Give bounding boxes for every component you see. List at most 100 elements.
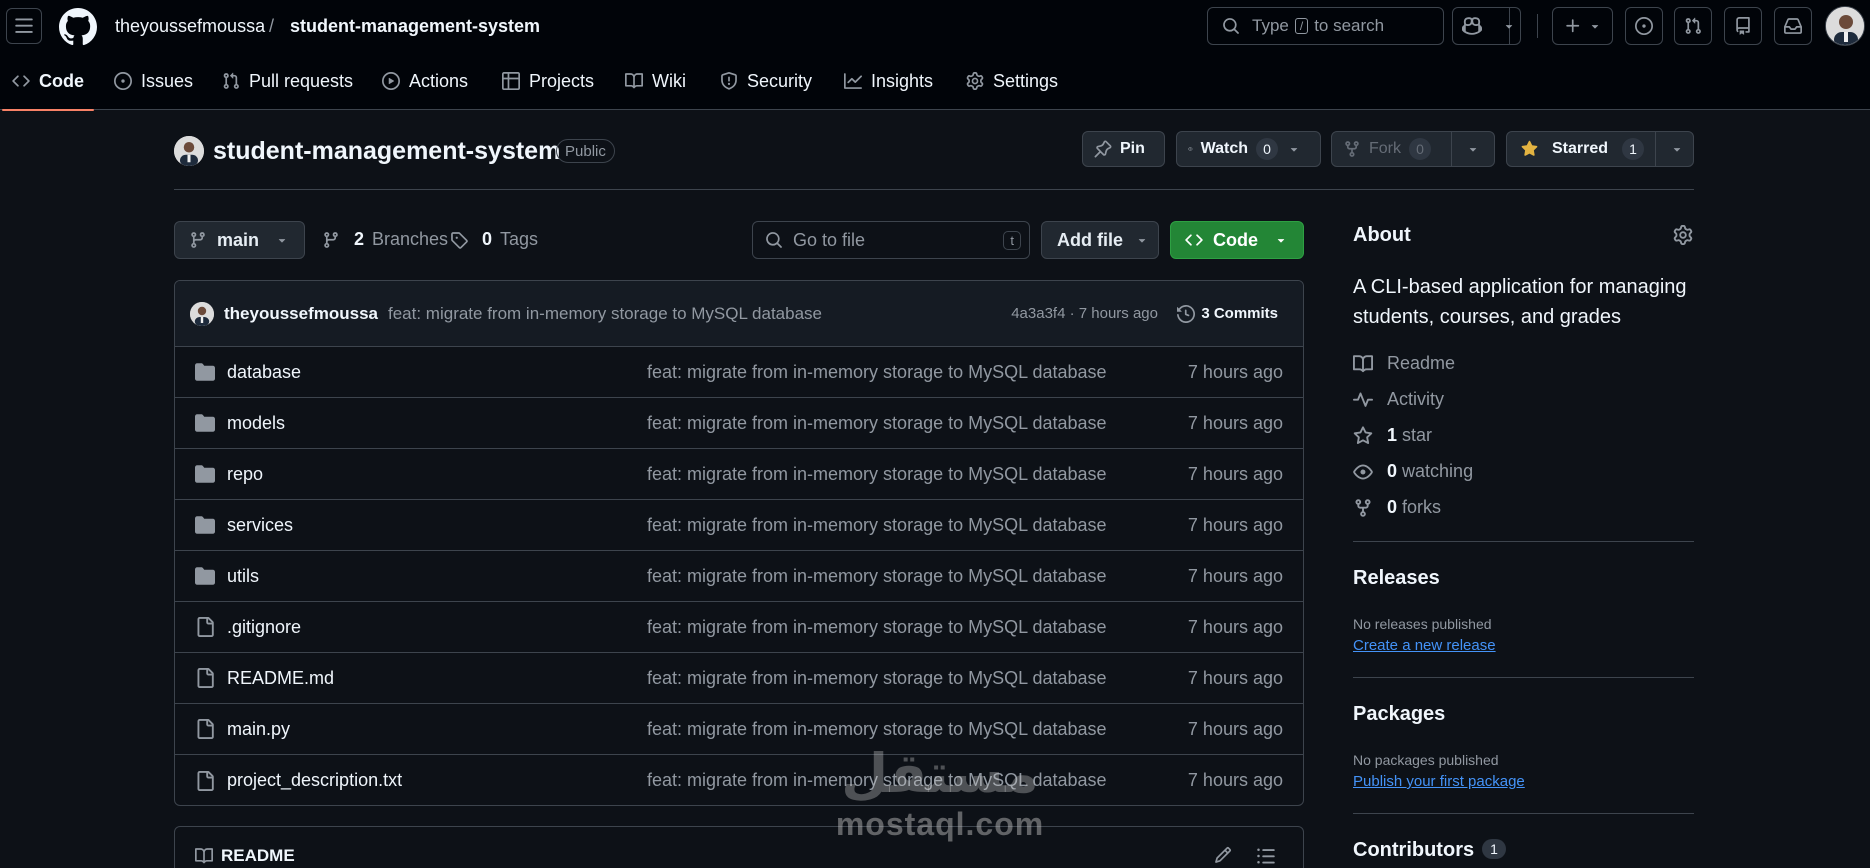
file-name[interactable]: services bbox=[227, 515, 293, 536]
tab-security[interactable]: Security bbox=[720, 52, 812, 110]
starred-label: Starred bbox=[1551, 140, 1608, 157]
folder-icon bbox=[195, 516, 215, 534]
commit-author[interactable]: theyoussefmoussa bbox=[224, 304, 378, 324]
menu-button[interactable] bbox=[6, 8, 42, 44]
file-name[interactable]: .gitignore bbox=[227, 617, 301, 638]
tab-issues[interactable]: Issues bbox=[114, 52, 193, 110]
stars-count: 1 bbox=[1387, 425, 1398, 445]
fork-icon bbox=[1345, 141, 1359, 157]
file-commit-message[interactable]: feat: migrate from in-memory storage to … bbox=[647, 362, 1107, 383]
inbox-icon bbox=[1784, 18, 1802, 34]
branches-link[interactable]: 2 Branches bbox=[322, 229, 448, 250]
file-name[interactable]: project_description.txt bbox=[227, 770, 402, 791]
header-divider bbox=[1537, 14, 1538, 38]
star-filled-icon bbox=[1521, 140, 1538, 156]
repo-owner-avatar[interactable] bbox=[174, 136, 204, 166]
tab-projects[interactable]: Projects bbox=[502, 52, 594, 110]
publish-package-link[interactable]: Publish your first package bbox=[1353, 773, 1525, 790]
global-search-input[interactable]: Type / to search bbox=[1207, 7, 1444, 45]
inbox-header-button[interactable] bbox=[1774, 7, 1812, 45]
commit-sha-time[interactable]: 4a3a3f4 · 7 hours ago bbox=[1011, 305, 1158, 322]
table-row[interactable]: utils feat: migrate from in-memory storag… bbox=[175, 551, 1303, 602]
repo-title[interactable]: student-management-system bbox=[213, 137, 560, 166]
copilot-menu-caret[interactable] bbox=[1496, 7, 1522, 45]
packages-heading[interactable]: Packages bbox=[1353, 703, 1445, 726]
watchers-link[interactable]: 0 watching bbox=[1353, 461, 1473, 482]
tab-settings-label: Settings bbox=[993, 70, 1059, 91]
user-avatar[interactable] bbox=[1825, 6, 1865, 46]
file-name[interactable]: README.md bbox=[227, 668, 334, 689]
pull-requests-header-button[interactable] bbox=[1674, 7, 1712, 45]
starred-button[interactable]: Starred 1 bbox=[1506, 131, 1694, 167]
file-commit-message[interactable]: feat: migrate from in-memory storage to … bbox=[647, 413, 1107, 434]
tab-wiki[interactable]: Wiki bbox=[625, 52, 686, 110]
tab-insights[interactable]: Insights bbox=[844, 52, 933, 110]
edit-about-button[interactable] bbox=[1673, 225, 1693, 245]
watching-count: 0 bbox=[1387, 461, 1398, 481]
file-name[interactable]: utils bbox=[227, 566, 259, 587]
issues-header-button[interactable] bbox=[1625, 7, 1663, 45]
create-release-link[interactable]: Create a new release bbox=[1353, 637, 1496, 654]
forks-link[interactable]: 0 forks bbox=[1353, 497, 1441, 518]
code-clone-button[interactable]: Code bbox=[1170, 221, 1304, 259]
breadcrumb-repo[interactable]: student-management-system bbox=[290, 16, 540, 37]
branch-name: main bbox=[217, 229, 260, 250]
file-name[interactable]: main.py bbox=[227, 719, 290, 740]
breadcrumb-owner[interactable]: theyoussefmoussa bbox=[115, 16, 265, 37]
activity-link[interactable]: Activity bbox=[1353, 389, 1444, 410]
table-row[interactable]: project_description.txt feat: migrate fro… bbox=[175, 755, 1303, 805]
file-commit-message[interactable]: feat: migrate from in-memory storage to … bbox=[647, 668, 1107, 689]
star-list-dropdown[interactable] bbox=[1655, 132, 1698, 166]
commits-history-link[interactable]: 3 Commits bbox=[1177, 304, 1278, 323]
table-row[interactable]: services feat: migrate from in-memory sto… bbox=[175, 500, 1303, 551]
table-of-contents-button[interactable] bbox=[1256, 846, 1276, 866]
file-icon-wrap bbox=[195, 668, 215, 688]
file-name[interactable]: repo bbox=[227, 464, 263, 485]
repositories-header-button[interactable] bbox=[1724, 7, 1762, 45]
watch-button[interactable]: Watch 0 bbox=[1176, 131, 1321, 167]
repo-icon bbox=[1736, 17, 1750, 35]
create-new-button[interactable] bbox=[1552, 7, 1613, 45]
file-icon-wrap bbox=[195, 770, 215, 791]
readme-tab[interactable]: README bbox=[195, 846, 295, 866]
edit-readme-button[interactable] bbox=[1214, 846, 1232, 864]
table-row[interactable]: main.py feat: migrate from in-memory stor… bbox=[175, 704, 1303, 755]
table-row[interactable]: database feat: migrate from in-memory sto… bbox=[175, 347, 1303, 398]
triangle-down-icon bbox=[278, 239, 286, 243]
releases-heading[interactable]: Releases bbox=[1353, 567, 1440, 590]
commit-author-avatar[interactable] bbox=[190, 301, 214, 326]
file-commit-message[interactable]: feat: migrate from in-memory storage to … bbox=[647, 770, 1107, 791]
table-row[interactable]: README.md feat: migrate from in-memory st… bbox=[175, 653, 1303, 704]
commit-message[interactable]: feat: migrate from in-memory storage to … bbox=[388, 304, 822, 324]
tab-settings[interactable]: Settings bbox=[966, 52, 1058, 110]
file-name[interactable]: models bbox=[227, 413, 285, 434]
tab-actions[interactable]: Actions bbox=[382, 52, 468, 110]
table-row[interactable]: repo feat: migrate from in-memory storage… bbox=[175, 449, 1303, 500]
file-commit-message[interactable]: feat: migrate from in-memory storage to … bbox=[647, 515, 1107, 536]
file-commit-message[interactable]: feat: migrate from in-memory storage to … bbox=[647, 464, 1107, 485]
file-commit-message[interactable]: feat: migrate from in-memory storage to … bbox=[647, 719, 1107, 740]
tab-insights-label: Insights bbox=[871, 70, 934, 91]
stars-link[interactable]: 1 star bbox=[1353, 425, 1432, 446]
tab-code[interactable]: Code bbox=[2, 52, 94, 111]
file-commit-message[interactable]: feat: migrate from in-memory storage to … bbox=[647, 617, 1107, 638]
tab-pull-requests[interactable]: Pull requests bbox=[222, 52, 353, 110]
table-row[interactable]: models feat: migrate from in-memory stora… bbox=[175, 398, 1303, 449]
readme-link[interactable]: Readme bbox=[1353, 353, 1455, 374]
branch-selector[interactable]: main bbox=[174, 221, 305, 259]
fork-button[interactable]: Fork 0 bbox=[1331, 131, 1495, 167]
triangle-down-icon bbox=[1591, 25, 1598, 29]
file-commit-message[interactable]: feat: migrate from in-memory storage to … bbox=[647, 566, 1107, 587]
table-row[interactable]: .gitignore feat: migrate from in-memory s… bbox=[175, 602, 1303, 653]
contributors-heading[interactable]: Contributors 1 bbox=[1353, 839, 1506, 862]
tags-link[interactable]: 0 Tags bbox=[450, 229, 538, 250]
triangle-down-icon bbox=[1673, 148, 1681, 152]
go-to-file-input[interactable]: Go to file t bbox=[752, 221, 1030, 259]
github-logo-icon[interactable] bbox=[59, 8, 97, 46]
fork-dropdown[interactable] bbox=[1451, 132, 1494, 166]
file-name[interactable]: database bbox=[227, 362, 301, 383]
pin-button[interactable]: Pin bbox=[1082, 131, 1165, 167]
code-icon bbox=[12, 75, 30, 87]
add-file-button[interactable]: Add file bbox=[1041, 221, 1159, 259]
search-shortcut-key: / bbox=[1294, 18, 1309, 34]
